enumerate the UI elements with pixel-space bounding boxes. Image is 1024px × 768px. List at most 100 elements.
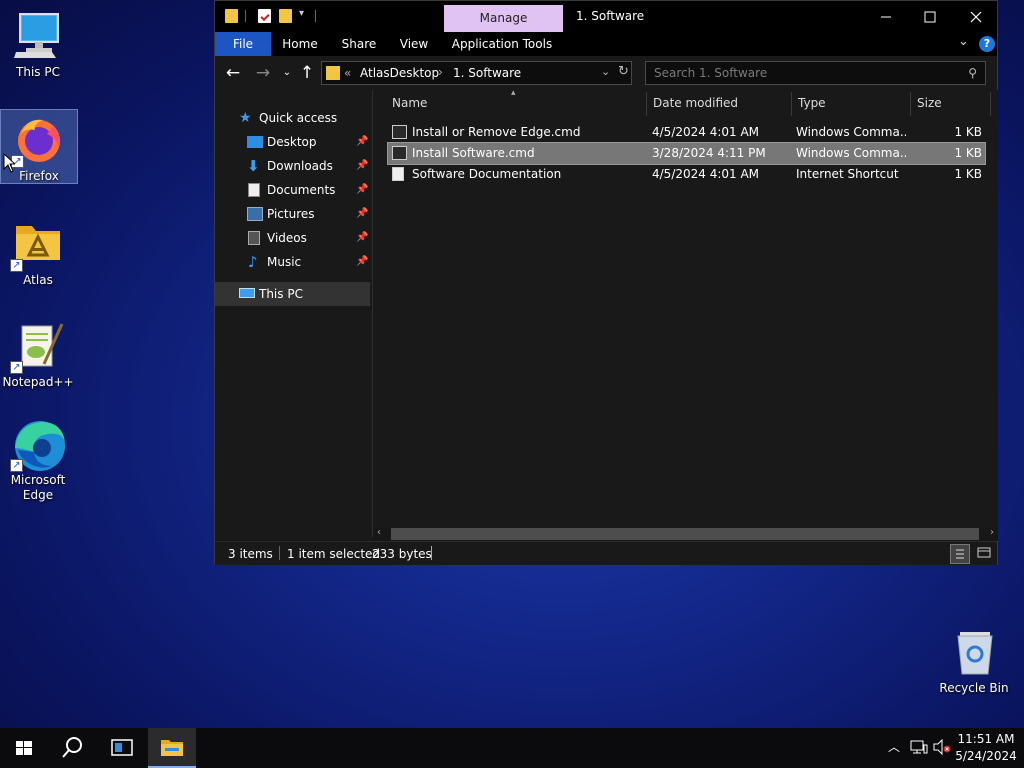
start-button[interactable] <box>0 728 48 768</box>
column-divider[interactable] <box>646 92 647 116</box>
tab-share[interactable]: Share <box>337 32 381 56</box>
back-button[interactable]: ← <box>223 62 243 84</box>
navigation-pane: ★ Quick access Desktop 📌 ⬇ Downloads 📌 D… <box>215 90 372 537</box>
new-folder-icon[interactable] <box>279 9 292 23</box>
desktop-folder-icon <box>247 136 263 148</box>
videos-icon <box>248 231 260 245</box>
firefox-icon: ↗ <box>11 114 65 168</box>
shortcut-arrow-icon: ↗ <box>10 459 23 472</box>
tab-view[interactable]: View <box>395 32 433 56</box>
desktop-icon-label: Atlas <box>23 273 53 287</box>
scroll-right-icon[interactable]: › <box>990 527 994 538</box>
manage-context-tab[interactable]: Manage <box>444 5 563 32</box>
properties-icon[interactable] <box>258 9 271 23</box>
tab-file[interactable]: File <box>215 32 271 56</box>
clock-date: 5/24/2024 <box>955 749 1017 763</box>
tab-home[interactable]: Home <box>279 32 321 56</box>
expand-ribbon-icon[interactable]: ⌄ <box>958 34 969 49</box>
breadcrumb-overflow[interactable]: « <box>344 66 351 80</box>
search-icon[interactable]: ⚲ <box>968 62 977 84</box>
task-view-button[interactable] <box>98 728 146 768</box>
folder-icon <box>225 9 238 23</box>
title-bar[interactable]: ▾ Manage 1. Software <box>215 1 997 32</box>
nav-label: Quick access <box>259 111 338 125</box>
music-icon: ♪ <box>248 253 258 271</box>
nav-item-videos[interactable]: Videos 📌 <box>215 226 370 250</box>
breadcrumb-separator-icon[interactable]: › <box>438 65 443 79</box>
desktop-icon-microsoft-edge[interactable]: ↗ Microsoft Edge <box>0 418 76 508</box>
nav-label: This PC <box>259 287 303 301</box>
pin-icon[interactable]: 📌 <box>356 154 368 178</box>
help-icon[interactable]: ? <box>979 36 995 52</box>
column-header-name[interactable]: Name <box>392 96 427 110</box>
breadcrumb-atlasdesktop[interactable]: AtlasDesktop <box>360 66 439 80</box>
show-hidden-icons-icon[interactable]: ︿ <box>888 738 900 755</box>
file-row[interactable]: Software Documentation 4/5/2024 4:01 AM … <box>388 164 985 185</box>
file-size: 1 KB <box>954 146 982 160</box>
nav-this-pc[interactable]: This PC <box>215 282 370 306</box>
breadcrumb-current[interactable]: 1. Software <box>453 66 521 80</box>
nav-item-downloads[interactable]: ⬇ Downloads 📌 <box>215 154 370 178</box>
forward-button[interactable]: → <box>253 62 273 84</box>
column-header-type[interactable]: Type <box>798 96 826 110</box>
minimize-button[interactable] <box>863 1 909 32</box>
desktop-icon-notepad-plus-plus[interactable]: ↗ Notepad++ <box>0 320 76 390</box>
desktop-icon-this-pc[interactable]: This PC <box>0 10 76 80</box>
file-date: 4/5/2024 4:01 AM <box>652 167 760 181</box>
horizontal-scrollbar[interactable]: ‹ › <box>373 527 998 541</box>
divider <box>315 10 316 22</box>
this-pc-icon <box>12 10 64 62</box>
large-icons-view-button[interactable] <box>975 544 995 564</box>
maximize-button[interactable] <box>907 1 953 32</box>
search-placeholder: Search 1. Software <box>654 66 768 80</box>
nav-item-music[interactable]: ♪ Music 📌 <box>215 250 370 274</box>
desktop-icon-atlas[interactable]: ↗ Atlas <box>0 218 76 288</box>
file-explorer-window[interactable]: ▾ Manage 1. Software File Home Share Vie… <box>214 0 998 565</box>
search-input[interactable]: Search 1. Software ⚲ <box>645 61 986 85</box>
search-button[interactable] <box>48 728 96 768</box>
pin-icon[interactable]: 📌 <box>356 130 368 154</box>
tab-application-tools[interactable]: Application Tools <box>449 32 555 56</box>
column-divider[interactable] <box>791 92 792 116</box>
network-icon[interactable] <box>910 739 928 755</box>
details-view-button[interactable] <box>950 544 970 564</box>
sort-ascending-icon: ▴ <box>511 88 516 98</box>
recent-locations-button[interactable]: ⌄ <box>277 62 297 84</box>
file-list: ▴ Name Date modified Type Size Install o… <box>373 88 998 537</box>
recycle-bin-icon <box>948 626 1000 678</box>
desktop-icon-recycle-bin[interactable]: Recycle Bin <box>936 626 1012 698</box>
downloads-icon: ⬇ <box>247 157 260 175</box>
clock-time: 11:51 AM <box>957 732 1015 746</box>
refresh-icon[interactable]: ↻ <box>618 64 629 79</box>
scrollbar-thumb[interactable] <box>391 528 979 540</box>
ribbon-tabs: File Home Share View Application Tools ⌄… <box>215 32 997 56</box>
column-header-size[interactable]: Size <box>917 96 942 110</box>
column-divider[interactable] <box>990 92 991 116</box>
nav-item-desktop[interactable]: Desktop 📌 <box>215 130 370 154</box>
up-button[interactable]: ↑ <box>297 62 317 84</box>
customize-quick-access-icon[interactable]: ▾ <box>299 8 304 19</box>
file-row[interactable]: Install or Remove Edge.cmd 4/5/2024 4:01… <box>388 122 985 143</box>
file-date: 4/5/2024 4:01 AM <box>652 125 760 139</box>
column-header-date-modified[interactable]: Date modified <box>653 96 738 110</box>
cmd-file-icon <box>392 125 407 139</box>
taskbar-file-explorer[interactable] <box>148 728 196 768</box>
nav-quick-access[interactable]: ★ Quick access <box>215 106 370 130</box>
column-divider[interactable] <box>910 92 911 116</box>
address-dropdown-icon[interactable]: ⌄ <box>601 65 610 78</box>
file-row[interactable]: Install Software.cmd 3/28/2024 4:11 PM W… <box>387 142 986 165</box>
scroll-left-icon[interactable]: ‹ <box>377 527 381 538</box>
volume-muted-icon[interactable] <box>933 738 951 756</box>
close-button[interactable] <box>953 1 999 32</box>
pin-icon[interactable]: 📌 <box>356 178 368 202</box>
file-type: Windows Comma... <box>796 125 906 139</box>
pin-icon[interactable]: 📌 <box>356 202 368 226</box>
address-bar[interactable]: « AtlasDesktop › 1. Software ⌄ ↻ <box>321 61 632 85</box>
file-size: 1 KB <box>954 125 982 139</box>
pin-icon[interactable]: 📌 <box>356 250 368 274</box>
nav-item-pictures[interactable]: Pictures 📌 <box>215 202 370 226</box>
clock[interactable]: 11:51 AM 5/24/2024 <box>953 731 1019 765</box>
pin-icon[interactable]: 📌 <box>356 226 368 250</box>
nav-item-documents[interactable]: Documents 📌 <box>215 178 370 202</box>
file-size: 1 KB <box>954 167 982 181</box>
